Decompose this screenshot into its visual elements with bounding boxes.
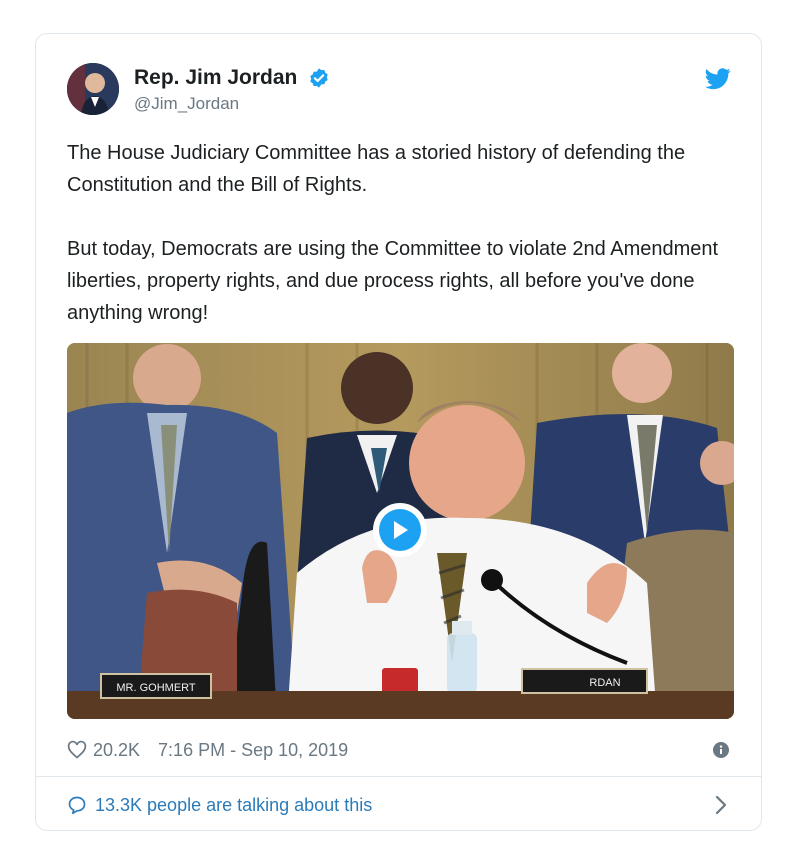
tweet-timestamp[interactable]: 7:16 PM - Sep 10, 2019 [158,740,348,761]
heart-icon[interactable] [67,740,87,760]
divider [36,776,761,777]
comment-bubble-icon [68,796,86,815]
chevron-right-icon [715,795,727,815]
play-button[interactable] [373,503,427,557]
like-count[interactable]: 20.2K [93,740,140,761]
info-icon[interactable] [713,742,729,758]
verified-badge-icon [310,68,328,88]
play-icon [379,509,421,551]
author-names: Rep. Jim Jordan @Jim_Jordan [134,66,330,114]
video-player[interactable]: MR. GOHMERT RDAN [67,343,734,719]
nameplate-right: RDAN [589,677,620,689]
tweet-text: The House Judiciary Committee has a stor… [67,142,719,324]
twitter-bird-icon[interactable] [705,68,731,90]
nameplate-left: MR. GOHMERT [116,682,196,694]
author-display-name[interactable]: Rep. Jim Jordan [134,66,297,90]
tweet-header: Rep. Jim Jordan @Jim_Jordan [67,63,733,119]
tweet-card: Rep. Jim Jordan @Jim_Jordan The House Ju… [35,33,762,831]
author-handle[interactable]: @Jim_Jordan [134,94,330,114]
conversation-text: 13.3K people are talking about this [95,794,373,815]
tweet-meta: 20.2K 7:16 PM - Sep 10, 2019 [67,737,733,763]
avatar[interactable] [67,63,119,115]
conversation-link[interactable]: 13.3K people are talking about this [67,791,733,819]
